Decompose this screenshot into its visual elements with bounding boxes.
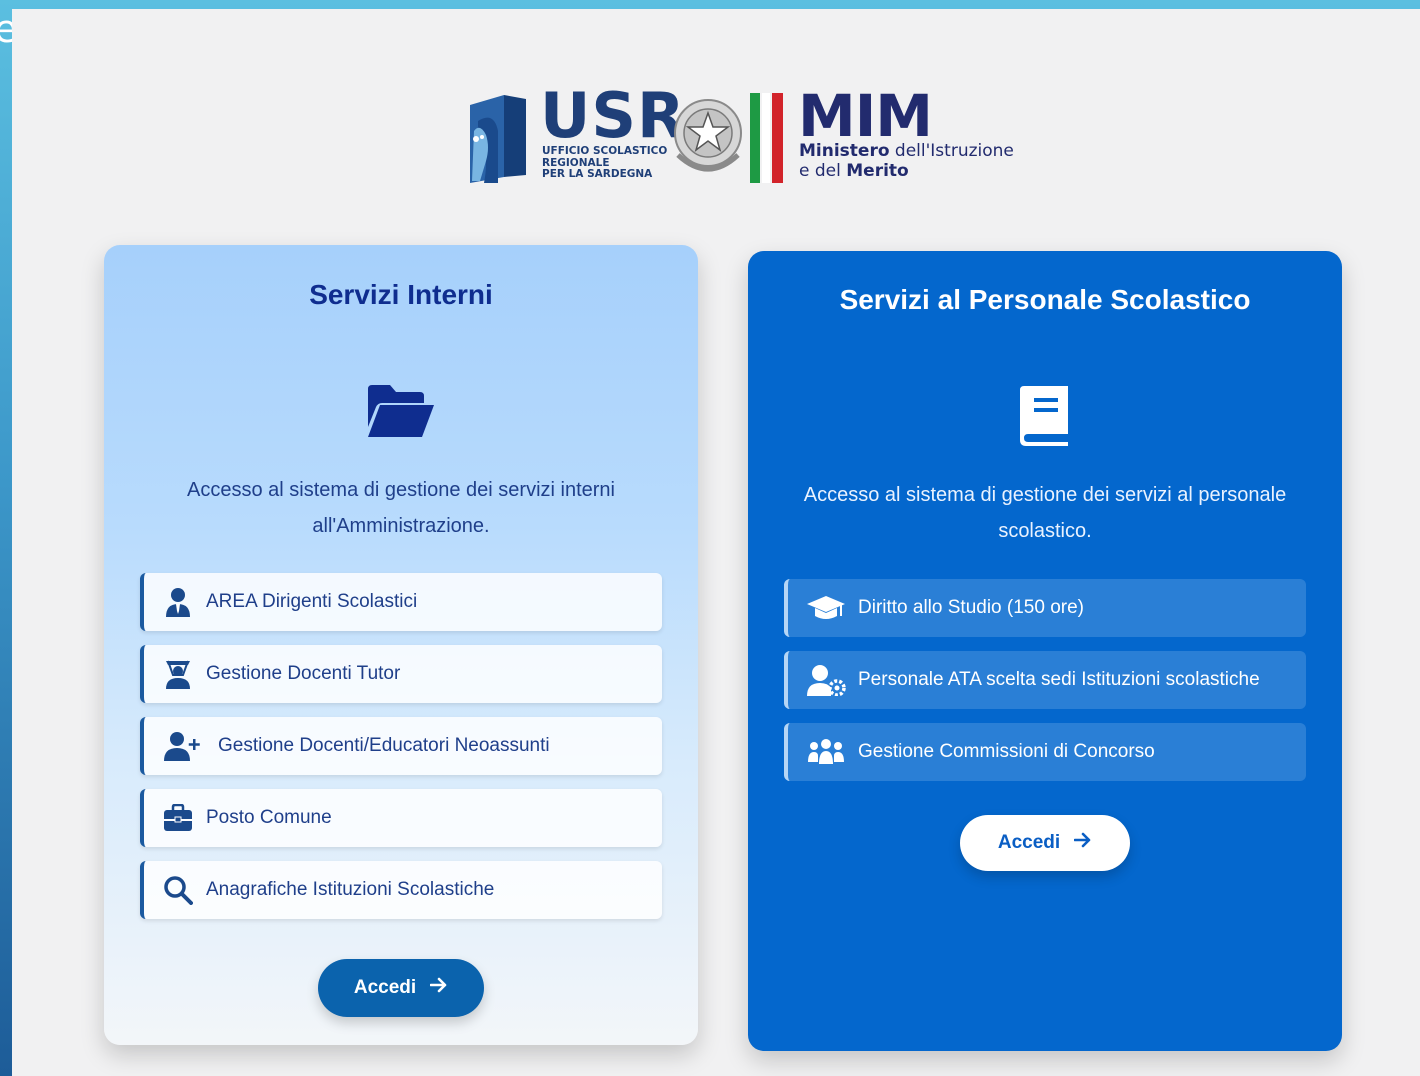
internal-accedi-button[interactable]: Accedi [318,959,484,1017]
mim-line1-bold: Ministero [799,141,890,161]
internal-services-card: Servizi Interni Accesso al sistema di ge… [104,245,698,1045]
user-plus-icon [162,730,206,762]
graduation-cap-icon [806,592,846,624]
mim-subtitle-line-1: Ministero dell'Istruzione [799,141,1039,161]
mim-line2-bold: Merito [846,161,909,181]
arrow-right-icon [429,977,448,999]
users-icon [806,736,846,768]
user-tie-icon [162,586,194,618]
book-icon [1020,386,1068,446]
service-item-neoassunti[interactable]: Gestione Docenti/Educatori Neoassunti [140,717,662,775]
service-item-personale-ata[interactable]: Personale ATA scelta sedi Istituzioni sc… [784,651,1306,709]
service-item-label: Diritto allo Studio (150 ore) [858,597,1084,618]
service-item-commissioni[interactable]: Gestione Commissioni di Concorso [784,723,1306,781]
service-item-label: Posto Comune [206,807,332,828]
service-item-docenti-tutor[interactable]: Gestione Docenti Tutor [140,645,662,703]
internal-service-list: AREA Dirigenti Scolastici Gestione Docen… [140,573,662,933]
usr-subtitle-line: PER LA SARDEGNA [542,168,653,180]
usr-subtitle: UFFICIO SCOLASTICO REGIONALE PER LA SARD… [542,145,672,181]
button-label: Accedi [997,832,1061,853]
folder-open-icon [368,385,434,437]
service-item-label: Gestione Docenti Tutor [206,663,401,684]
mim-subtitle-line-2: e del Merito [799,161,1039,181]
page: USR UFFICIO SCOLASTICO REGIONALE PER LA … [12,9,1420,1076]
arrow-right-icon [1073,832,1092,854]
service-item-area-dirigenti[interactable]: AREA Dirigenti Scolastici [140,573,662,631]
service-item-anagrafiche[interactable]: Anagrafiche Istituzioni Scolastiche [140,861,662,919]
mim-line1-rest: dell'Istruzione [889,141,1014,161]
service-item-label: AREA Dirigenti Scolastici [206,591,418,612]
user-cog-icon [806,664,846,696]
service-item-diritto-studio[interactable]: Diritto allo Studio (150 ore) [784,579,1306,637]
card-title: Servizi Interni [309,279,493,310]
staff-services-card: Servizi al Personale Scolastico Accesso … [748,251,1342,1051]
usr-title: USR [540,79,686,152]
service-item-posto-comune[interactable]: Posto Comune [140,789,662,847]
staff-accedi-button[interactable]: Accedi [960,815,1130,871]
header-logos: USR UFFICIO SCOLASTICO REGIONALE PER LA … [464,79,1024,189]
mim-line2-rest: e del [799,161,847,181]
staff-service-list: Diritto allo Studio (150 ore) Personale … [784,579,1306,795]
republic-emblem-icon [674,99,742,172]
service-item-label: Personale ATA scelta sedi Istituzioni sc… [858,669,1260,690]
chalkboard-teacher-icon [162,658,194,690]
mim-title: MIM [798,82,933,150]
service-item-label: Gestione Commissioni di Concorso [858,741,1155,762]
button-label: Accedi [353,977,417,998]
usr-subtitle-line: UFFICIO SCOLASTICO [542,145,668,157]
card-description: Accesso al sistema di gestione dei servi… [803,484,1287,542]
search-icon [162,874,194,906]
briefcase-icon [162,802,194,834]
service-item-label: Gestione Docenti/Educatori Neoassunti [218,735,550,756]
italian-flag-icon [750,93,783,183]
card-description: Accesso al sistema di gestione dei servi… [187,479,615,537]
usr-logo-icon [470,95,526,183]
service-item-label: Anagrafiche Istituzioni Scolastiche [206,879,495,900]
card-title: Servizi al Personale Scolastico [839,284,1251,315]
mim-subtitle: Ministero dell'Istruzione e del Merito [799,141,1039,181]
